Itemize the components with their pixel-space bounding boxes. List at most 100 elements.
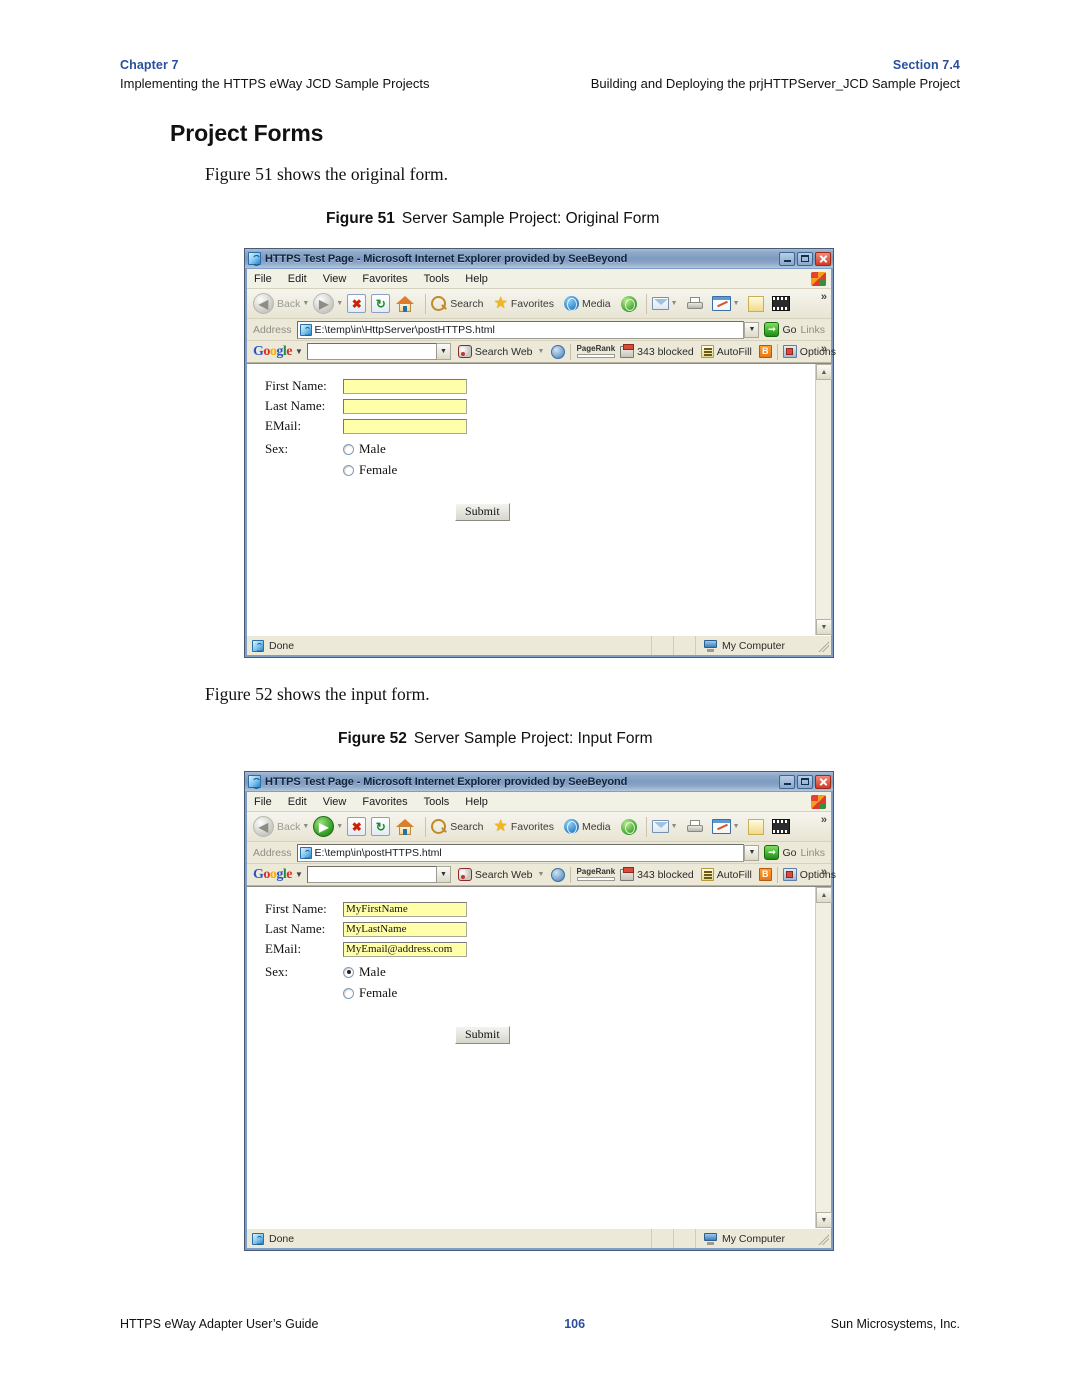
- back-button[interactable]: ◀ Back ▼: [253, 293, 309, 314]
- menu-item-view[interactable]: View: [323, 796, 347, 808]
- forward-button[interactable]: ▶ ▼: [313, 293, 343, 314]
- search-button[interactable]: Search: [431, 295, 484, 312]
- menu-item-favorites[interactable]: Favorites: [362, 796, 407, 808]
- google-search-dropdown-icon[interactable]: ▼: [436, 343, 451, 360]
- menu-item-view[interactable]: View: [323, 273, 347, 285]
- maximize-icon[interactable]: [797, 251, 813, 266]
- google-search-web-dropdown-icon[interactable]: ▼: [538, 348, 545, 355]
- scroll-down-icon[interactable]: ▼: [816, 619, 832, 635]
- notes-button[interactable]: [747, 295, 764, 312]
- submit-button[interactable]: Submit: [455, 502, 510, 521]
- google-logo-dropdown-icon[interactable]: ▼: [295, 347, 303, 356]
- first-name-input[interactable]: MyFirstName: [343, 901, 467, 917]
- go-button[interactable]: ➞ Go: [764, 845, 796, 860]
- close-icon[interactable]: [815, 774, 831, 789]
- resize-grip-icon[interactable]: [817, 1232, 829, 1245]
- media-button[interactable]: Media: [564, 819, 611, 834]
- popup-blocked-button[interactable]: 343 blocked: [620, 343, 694, 358]
- blogger-button[interactable]: B: [758, 868, 772, 881]
- home-button[interactable]: [395, 818, 415, 836]
- scroll-up-icon[interactable]: ▲: [816, 887, 832, 903]
- links-label[interactable]: Links: [800, 324, 825, 336]
- mail-button[interactable]: ▼: [651, 297, 678, 310]
- blogger-button[interactable]: B: [758, 345, 772, 358]
- address-dropdown-icon[interactable]: ▼: [744, 321, 760, 338]
- messenger-button[interactable]: [771, 296, 790, 311]
- google-search-web-button[interactable]: Search Web ▼: [457, 868, 545, 881]
- google-highlight-icon[interactable]: [551, 344, 566, 359]
- history-button[interactable]: [620, 818, 637, 835]
- edit-dropdown-icon[interactable]: ▼: [733, 300, 740, 307]
- forward-dropdown-icon[interactable]: ▼: [336, 300, 343, 307]
- minimize-icon[interactable]: [779, 774, 795, 789]
- google-highlight-icon[interactable]: [551, 867, 566, 882]
- first-name-input[interactable]: [343, 378, 467, 394]
- female-radio[interactable]: [343, 464, 354, 476]
- google-search-web-button[interactable]: Search Web ▼: [457, 345, 545, 358]
- print-button[interactable]: [686, 819, 704, 834]
- menu-item-tools[interactable]: Tools: [424, 796, 450, 808]
- search-button[interactable]: Search: [431, 818, 484, 835]
- address-dropdown-icon[interactable]: ▼: [744, 844, 760, 861]
- menu-item-tools[interactable]: Tools: [424, 273, 450, 285]
- resize-grip-icon[interactable]: [817, 639, 829, 652]
- stop-button[interactable]: ✖: [347, 294, 367, 313]
- last-name-input[interactable]: MyLastName: [343, 921, 467, 937]
- toolbar-overflow-icon[interactable]: »: [821, 291, 827, 303]
- menu-item-help[interactable]: Help: [465, 273, 488, 285]
- toolbar-overflow-icon[interactable]: »: [821, 814, 827, 826]
- edit-button[interactable]: ▼: [711, 819, 740, 834]
- go-button[interactable]: ➞ Go: [764, 322, 796, 337]
- messenger-button[interactable]: [771, 819, 790, 834]
- close-icon[interactable]: [815, 251, 831, 266]
- address-input[interactable]: E:\temp\in\HttpServer\postHTTPS.html: [296, 320, 745, 339]
- menu-item-favorites[interactable]: Favorites: [362, 273, 407, 285]
- scroll-down-icon[interactable]: ▼: [816, 1212, 832, 1228]
- edit-dropdown-icon[interactable]: ▼: [733, 823, 740, 830]
- minimize-icon[interactable]: [779, 251, 795, 266]
- google-search-input[interactable]: [306, 343, 437, 360]
- vertical-scrollbar[interactable]: ▲ ▼: [815, 364, 832, 635]
- home-button[interactable]: [395, 295, 415, 313]
- vertical-scrollbar-2[interactable]: ▲ ▼: [815, 887, 832, 1228]
- google-overflow-icon[interactable]: »: [821, 866, 827, 878]
- menu-item-file[interactable]: File: [254, 273, 272, 285]
- autofill-button[interactable]: AutoFill: [700, 345, 752, 358]
- notes-button[interactable]: [747, 818, 764, 835]
- mail-dropdown-icon[interactable]: ▼: [671, 300, 678, 307]
- menu-item-help[interactable]: Help: [465, 796, 488, 808]
- forward-button[interactable]: ▶ ▼: [313, 816, 343, 837]
- back-button[interactable]: ◀ Back ▼: [253, 816, 309, 837]
- female-radio[interactable]: [343, 987, 354, 999]
- favorites-button[interactable]: ★ Favorites: [494, 818, 555, 835]
- address-input[interactable]: E:\temp\in\postHTTPS.html: [296, 843, 745, 862]
- back-dropdown-icon[interactable]: ▼: [302, 823, 309, 830]
- links-label[interactable]: Links: [800, 847, 825, 859]
- email-input[interactable]: MyEmail@address.com: [343, 941, 467, 957]
- mail-button[interactable]: ▼: [651, 820, 678, 833]
- edit-button[interactable]: ▼: [711, 296, 740, 311]
- google-search-input[interactable]: [306, 866, 437, 883]
- menu-item-edit[interactable]: Edit: [288, 273, 307, 285]
- male-radio[interactable]: [343, 966, 354, 978]
- male-radio[interactable]: [343, 443, 354, 455]
- print-button[interactable]: [686, 296, 704, 311]
- scroll-up-icon[interactable]: ▲: [816, 364, 832, 380]
- popup-blocked-button[interactable]: 343 blocked: [620, 866, 694, 881]
- google-logo-dropdown-icon[interactable]: ▼: [295, 870, 303, 879]
- email-input[interactable]: [343, 418, 467, 434]
- google-search-dropdown-icon[interactable]: ▼: [436, 866, 451, 883]
- refresh-button[interactable]: ↻: [371, 294, 391, 313]
- stop-button[interactable]: ✖: [347, 817, 367, 836]
- google-search-web-dropdown-icon[interactable]: ▼: [538, 871, 545, 878]
- back-dropdown-icon[interactable]: ▼: [302, 300, 309, 307]
- favorites-button[interactable]: ★ Favorites: [494, 295, 555, 312]
- media-button[interactable]: Media: [564, 296, 611, 311]
- submit-button[interactable]: Submit: [455, 1025, 510, 1044]
- history-button[interactable]: [620, 295, 637, 312]
- menu-item-edit[interactable]: Edit: [288, 796, 307, 808]
- google-overflow-icon[interactable]: »: [821, 343, 827, 355]
- maximize-icon[interactable]: [797, 774, 813, 789]
- google-options-button[interactable]: Options: [782, 868, 836, 881]
- mail-dropdown-icon[interactable]: ▼: [671, 823, 678, 830]
